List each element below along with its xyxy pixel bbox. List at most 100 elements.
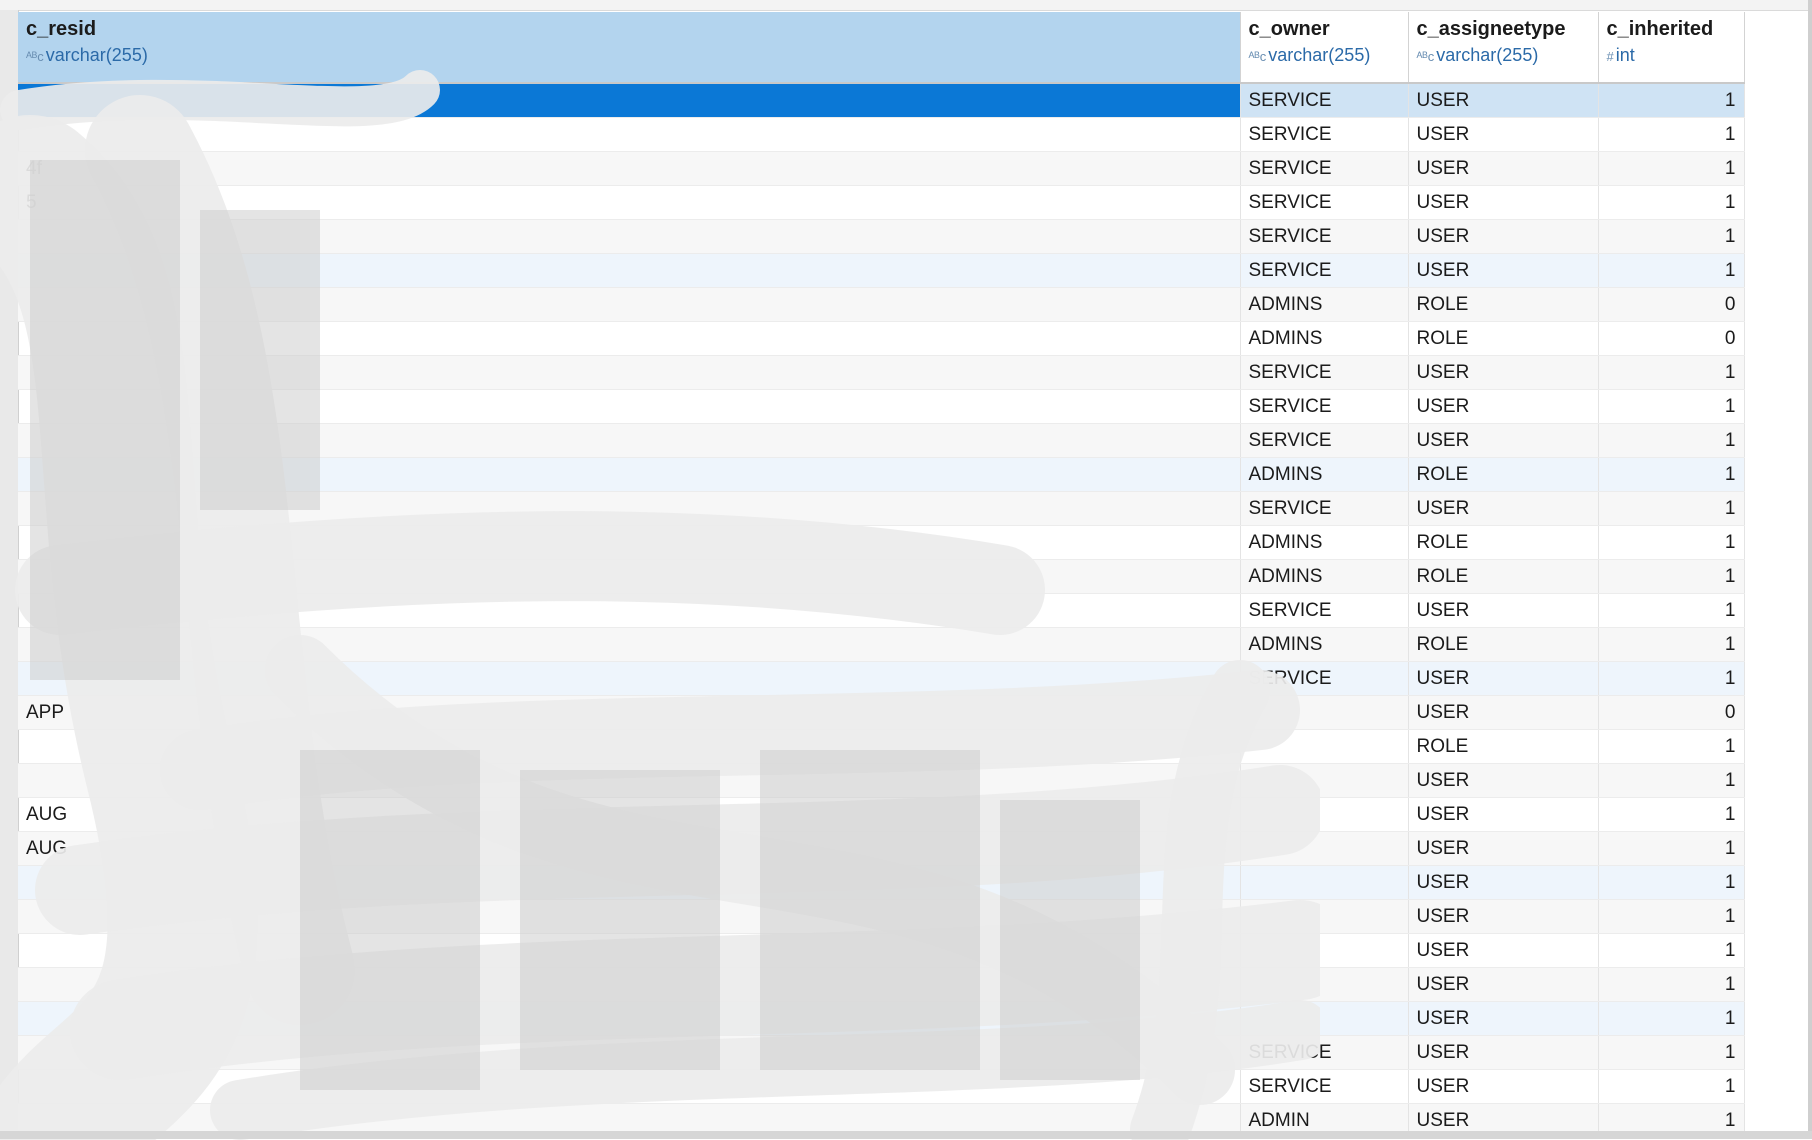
owner-cell[interactable]: SERVICE [1240,389,1409,424]
resid-cell[interactable] [18,729,1241,764]
assigneetype-cell[interactable]: USER [1408,797,1599,832]
assigneetype-cell[interactable]: USER [1408,593,1599,628]
inherited-cell[interactable]: 1 [1598,559,1745,594]
resid-cell[interactable] [18,117,1241,152]
table-row[interactable]: USER 1 [18,967,1745,1002]
assigneetype-cell[interactable]: USER [1408,967,1599,1002]
owner-cell[interactable]: SERVICE [1240,117,1409,152]
resid-cell[interactable]: AUG [18,831,1241,866]
resid-cell[interactable] [18,457,1241,492]
inherited-cell[interactable]: 1 [1598,525,1745,560]
assigneetype-cell[interactable]: USER [1408,423,1599,458]
inherited-cell[interactable]: 1 [1598,491,1745,526]
assigneetype-cell[interactable]: USER [1408,695,1599,730]
assigneetype-cell[interactable]: USER [1408,865,1599,900]
table-row[interactable]: SERVICE USER 1 [18,593,1745,628]
inherited-cell[interactable]: 1 [1598,899,1745,934]
inherited-cell[interactable]: 1 [1598,185,1745,220]
resid-cell[interactable]: AUG [18,797,1241,832]
inherited-cell[interactable]: 1 [1598,831,1745,866]
resid-cell[interactable] [18,933,1241,968]
owner-cell[interactable] [1240,899,1409,934]
column-header-inherited[interactable]: c_inherited # int [1598,12,1745,84]
assigneetype-cell[interactable]: USER [1408,491,1599,526]
assigneetype-cell[interactable]: USER [1408,219,1599,254]
owner-cell[interactable]: SERVICE [1240,661,1409,696]
table-row[interactable]: USER 1 [18,865,1745,900]
assigneetype-cell[interactable]: USER [1408,389,1599,424]
table-row[interactable]: SERVICE USER 1 [18,83,1745,118]
assigneetype-cell[interactable]: USER [1408,83,1599,118]
resid-cell[interactable] [18,1069,1241,1104]
assigneetype-cell[interactable]: ROLE [1408,321,1599,356]
inherited-cell[interactable]: 0 [1598,321,1745,356]
owner-cell[interactable]: ADMINS [1240,457,1409,492]
assigneetype-cell[interactable]: USER [1408,933,1599,968]
table-row[interactable]: ADMINS ROLE 1 [18,627,1745,662]
inherited-cell[interactable]: 1 [1598,729,1745,764]
table-row[interactable]: ADMINS ROLE 0 [18,321,1745,356]
resid-cell[interactable] [18,83,1241,118]
table-row[interactable]: USER 1 [18,933,1745,968]
owner-cell[interactable] [1240,729,1409,764]
resid-cell[interactable] [18,287,1241,322]
inherited-cell[interactable]: 1 [1598,1035,1745,1070]
inherited-cell[interactable]: 1 [1598,389,1745,424]
assigneetype-cell[interactable]: USER [1408,899,1599,934]
owner-cell[interactable]: SERVICE [1240,151,1409,186]
assigneetype-cell[interactable]: USER [1408,661,1599,696]
resid-cell[interactable] [18,219,1241,254]
owner-cell[interactable]: SERVICE [1240,1069,1409,1104]
assigneetype-cell[interactable]: USER [1408,117,1599,152]
resid-cell[interactable] [18,627,1241,662]
table-row[interactable]: SERVICE USER 1 [18,423,1745,458]
assigneetype-cell[interactable]: ROLE [1408,287,1599,322]
inherited-cell[interactable]: 1 [1598,967,1745,1002]
assigneetype-cell[interactable]: ROLE [1408,457,1599,492]
resid-cell[interactable] [18,559,1241,594]
owner-cell[interactable] [1240,695,1409,730]
inherited-cell[interactable]: 1 [1598,117,1745,152]
owner-cell[interactable]: SERVICE [1240,1035,1409,1070]
owner-cell[interactable]: ADMINS [1240,627,1409,662]
assigneetype-cell[interactable]: USER [1408,763,1599,798]
owner-cell[interactable] [1240,797,1409,832]
assigneetype-cell[interactable]: USER [1408,1069,1599,1104]
owner-cell[interactable] [1240,933,1409,968]
resid-cell[interactable]: APP [18,695,1241,730]
table-row[interactable]: AUG USER 1 [18,797,1745,832]
assigneetype-cell[interactable]: ROLE [1408,729,1599,764]
table-row[interactable]: SERVICE USER 1 [18,219,1745,254]
resid-cell[interactable] [18,865,1241,900]
inherited-cell[interactable]: 1 [1598,1069,1745,1104]
inherited-cell[interactable]: 0 [1598,287,1745,322]
table-row[interactable]: ADMINS ROLE 1 [18,559,1745,594]
assigneetype-cell[interactable]: ROLE [1408,559,1599,594]
owner-cell[interactable]: SERVICE [1240,83,1409,118]
owner-cell[interactable]: SERVICE [1240,593,1409,628]
owner-cell[interactable] [1240,831,1409,866]
table-row[interactable]: 4f SERVICE USER 1 [18,151,1745,186]
resid-cell[interactable]: 5 [18,185,1241,220]
resid-cell[interactable] [18,423,1241,458]
table-row[interactable]: SERVICE USER 1 [18,389,1745,424]
table-row[interactable]: SERVICE USER 1 [18,1035,1745,1070]
inherited-cell[interactable]: 1 [1598,83,1745,118]
inherited-cell[interactable]: 1 [1598,355,1745,390]
inherited-cell[interactable]: 1 [1598,933,1745,968]
table-row[interactable]: SERVICE USER 1 [18,355,1745,390]
resid-cell[interactable] [18,967,1241,1002]
resid-cell[interactable] [18,253,1241,288]
inherited-cell[interactable]: 1 [1598,865,1745,900]
inherited-cell[interactable]: 1 [1598,423,1745,458]
table-row[interactable]: 5 SERVICE USER 1 [18,185,1745,220]
resid-cell[interactable] [18,763,1241,798]
resid-cell[interactable] [18,661,1241,696]
table-row[interactable]: APP USER 0 [18,695,1745,730]
inherited-cell[interactable]: 1 [1598,593,1745,628]
table-row[interactable]: USER 1 [18,1001,1745,1036]
inherited-cell[interactable]: 1 [1598,219,1745,254]
resid-cell[interactable]: 4f [18,151,1241,186]
resid-cell[interactable] [18,593,1241,628]
owner-cell[interactable] [1240,967,1409,1002]
